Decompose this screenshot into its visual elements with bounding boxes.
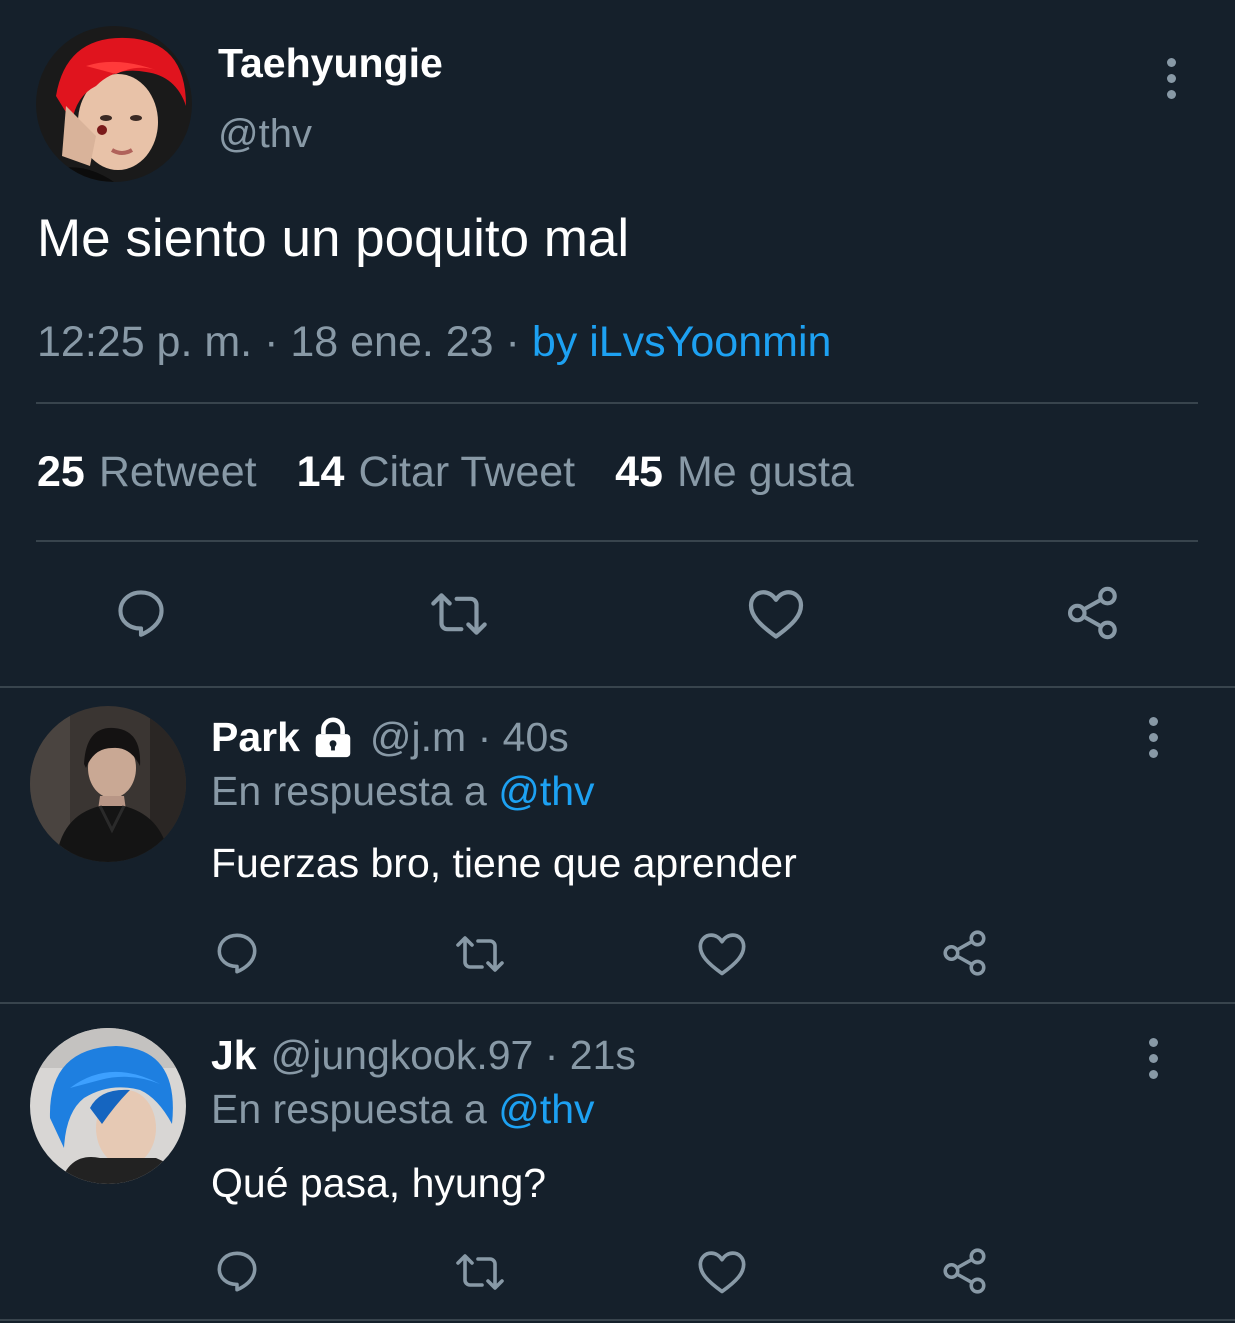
like-button[interactable] — [746, 586, 806, 642]
avatar-blue-hair-icon — [30, 1028, 186, 1184]
retweets-label: Retweet — [98, 448, 257, 496]
main-handle[interactable]: @thv — [218, 112, 312, 157]
like-icon — [698, 933, 746, 976]
divider — [0, 1319, 1235, 1321]
lock-icon — [315, 717, 351, 757]
tweet-meta: 12:25 p. m. · 18 ene. 23 · by iLvsYoonmi… — [37, 318, 831, 367]
tweet-time: 12:25 p. m. — [37, 318, 253, 366]
reply-display-name[interactable]: Park — [211, 714, 300, 761]
reply-handle-text: @j.m — [369, 714, 467, 760]
likes-stat[interactable]: 45 Me gusta — [615, 448, 854, 497]
reply-handle[interactable]: @j.m · 40s — [370, 714, 569, 761]
meta-separator: · — [493, 318, 532, 366]
main-display-name[interactable]: Taehyungie — [218, 40, 443, 87]
reply-display-name[interactable]: Jk — [211, 1032, 257, 1079]
retweet-icon — [456, 936, 504, 972]
divider — [36, 402, 1198, 404]
reply-share-button[interactable] — [940, 928, 990, 978]
reply-text: Qué pasa, hyung? — [211, 1160, 547, 1206]
reply-text: Fuerzas bro, tiene que aprender — [211, 840, 797, 886]
share-icon — [943, 1248, 986, 1294]
reply-like-button[interactable] — [696, 1248, 748, 1296]
divider — [0, 1002, 1235, 1004]
reply-header: Jk @jungkook.97 · 21s — [211, 1032, 636, 1079]
tweet-stats: 25 Retweet 14 Citar Tweet 45 Me gusta — [37, 448, 894, 497]
reply-handle[interactable]: @jungkook.97 · 21s — [271, 1032, 636, 1079]
reply-icon — [217, 933, 257, 974]
reply-retweet-button[interactable] — [452, 1248, 508, 1296]
quotes-stat[interactable]: 14 Citar Tweet — [297, 448, 576, 497]
reply-retweet-button[interactable] — [452, 930, 508, 978]
likes-count: 45 — [615, 448, 663, 496]
divider — [0, 686, 1235, 688]
retweets-stat[interactable]: 25 Retweet — [37, 448, 257, 497]
quotes-count: 14 — [296, 448, 345, 496]
main-more-options-icon[interactable] — [1165, 58, 1177, 99]
reply-more-options-icon[interactable] — [1147, 717, 1159, 758]
reply-like-button[interactable] — [696, 930, 748, 978]
tweet-source-link[interactable]: by iLvsYoonmin — [532, 318, 832, 366]
reply-reply-button[interactable] — [212, 928, 262, 978]
share-button[interactable] — [1064, 584, 1122, 642]
reply-time: 40s — [502, 714, 569, 760]
reply-reply-button[interactable] — [212, 1246, 262, 1296]
reply-time: 21s — [569, 1032, 636, 1078]
quotes-label: Citar Tweet — [358, 448, 576, 496]
avatar-red-hair-icon — [36, 26, 192, 182]
reply-to-line: En respuesta a @thv — [211, 1086, 595, 1133]
avatar-dark-hair-icon — [30, 706, 186, 862]
reply-icon — [118, 590, 164, 637]
reply-to-mention[interactable]: @thv — [498, 768, 594, 814]
reply-header: Park @j.m · 40s — [211, 714, 569, 761]
share-icon — [1067, 586, 1117, 640]
retweet-icon — [431, 593, 487, 635]
reply-separator: · — [466, 714, 503, 760]
divider — [36, 540, 1198, 542]
reply-more-options-icon[interactable] — [1147, 1038, 1159, 1079]
reply-separator: · — [533, 1032, 570, 1078]
reply-handle-text: @jungkook.97 — [270, 1032, 534, 1078]
like-icon — [748, 590, 804, 639]
reply-prefix: En respuesta a — [211, 1086, 487, 1132]
retweets-count: 25 — [37, 448, 85, 496]
main-tweet-text: Me siento un poquito mal — [37, 209, 630, 268]
share-icon — [943, 930, 986, 976]
reply-avatar[interactable] — [30, 706, 186, 862]
reply-avatar[interactable] — [30, 1028, 186, 1184]
reply-share-button[interactable] — [940, 1246, 990, 1296]
main-avatar[interactable] — [36, 26, 192, 182]
reply-icon — [217, 1251, 257, 1292]
tweet-date: 18 ene. 23 — [290, 318, 494, 366]
meta-separator: · — [252, 318, 291, 366]
reply-to-mention[interactable]: @thv — [498, 1086, 594, 1132]
likes-label: Me gusta — [676, 448, 854, 496]
reply-to-line: En respuesta a @thv — [211, 768, 595, 815]
retweet-icon — [456, 1254, 504, 1290]
reply-button[interactable] — [112, 584, 170, 642]
like-icon — [698, 1251, 746, 1294]
retweet-button[interactable] — [428, 586, 490, 642]
reply-prefix: En respuesta a — [211, 768, 487, 814]
